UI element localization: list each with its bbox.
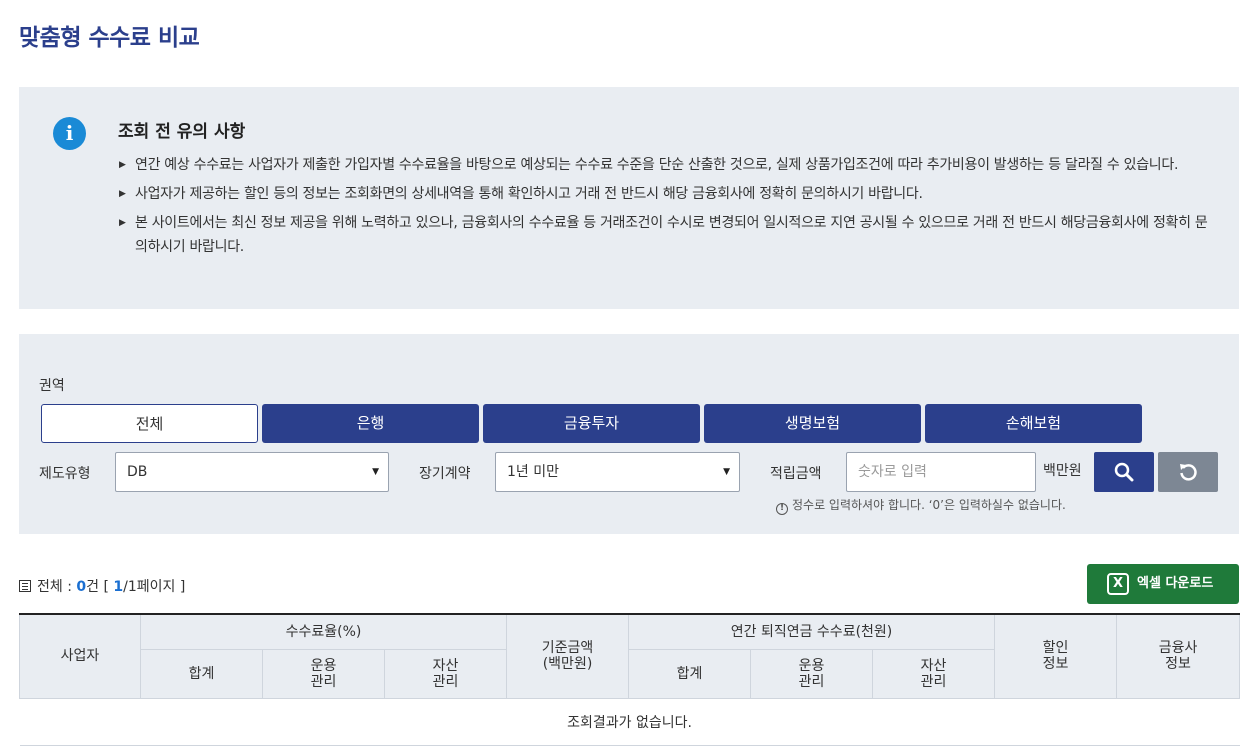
notice-box: i 조회 전 유의 사항 ▶ 연간 예상 수수료는 사업자가 제출한 가입자별 수…	[19, 87, 1239, 309]
notice-heading: 조회 전 유의 사항	[118, 122, 246, 142]
tab-bank[interactable]: 은행	[262, 404, 479, 443]
header-rate-asset: 자산 관리	[383, 648, 508, 699]
amount-hint: ! 정수로 입력하셔야 합니다. ‘0’은 입력하실수 없습니다.	[776, 496, 1066, 515]
caret-down-icon: ▼	[723, 467, 730, 477]
search-icon	[1114, 462, 1134, 482]
plan-type-select[interactable]: DB ▼	[115, 452, 389, 492]
search-panel: 권역 전체 은행 금융투자 생명보험 손해보험 제도유형 DB ▼ 장기계약 1…	[19, 334, 1239, 534]
plan-type-value: DB	[127, 464, 148, 480]
page-title: 맞춤형 수수료 비교	[19, 25, 200, 51]
result-count: 0	[76, 579, 87, 595]
header-company-info: 금융사 정보	[1116, 613, 1241, 699]
excel-download-label: 엑셀 다운로드	[1137, 576, 1214, 591]
empty-result-message: 조회결과가 없습니다.	[19, 698, 1240, 746]
triangle-bullet-icon: ▶	[119, 189, 126, 199]
fee-comparison-table: 사업자 수수료율(%) 기준금액 (백만원) 연간 퇴직연금 수수료(천원) 할인…	[19, 613, 1241, 746]
header-fee-ops: 운용 관리	[750, 648, 874, 699]
amount-unit: 백만원	[1043, 463, 1082, 479]
notice-item: ▶ 본 사이트에서는 최신 정보 제공을 위해 노력하고 있으나, 금융회사의 수…	[119, 211, 1209, 259]
header-fee-asset: 자산 관리	[872, 648, 996, 699]
long-term-value: 1년 미만	[507, 464, 559, 480]
reset-button[interactable]	[1158, 452, 1218, 492]
excel-icon: X	[1107, 573, 1129, 595]
exclamation-circle-icon: !	[776, 503, 788, 515]
tab-life-insurance[interactable]: 생명보험	[704, 404, 921, 443]
header-rate-ops: 운용 관리	[262, 648, 385, 699]
caret-down-icon: ▼	[372, 467, 379, 477]
header-base-amount: 기준금액 (백만원)	[506, 613, 630, 699]
search-button[interactable]	[1094, 452, 1154, 492]
excel-download-button[interactable]: X 엑셀 다운로드	[1087, 564, 1239, 604]
current-page: 1	[113, 579, 124, 595]
long-term-select[interactable]: 1년 미만 ▼	[495, 452, 740, 492]
result-summary: 전체 : 0건 [ 1/1페이지 ]	[19, 576, 185, 596]
long-term-label: 장기계약	[419, 466, 471, 482]
tab-non-life-insurance[interactable]: 손해보험	[925, 404, 1142, 443]
region-label: 권역	[39, 378, 65, 394]
header-fee-total: 합계	[628, 648, 752, 699]
triangle-bullet-icon: ▶	[119, 218, 126, 228]
amount-input[interactable]	[846, 452, 1036, 492]
plan-type-label: 제도유형	[39, 466, 91, 482]
tab-all[interactable]: 전체	[41, 404, 258, 443]
header-fee-rate: 수수료율(%)	[139, 613, 508, 650]
notice-item: ▶ 사업자가 제공하는 할인 등의 정보는 조회화면의 상세내역을 통해 확인하시…	[119, 182, 1209, 206]
list-icon	[19, 580, 31, 592]
refresh-icon	[1180, 464, 1197, 481]
notice-list: ▶ 연간 예상 수수료는 사업자가 제출한 가입자별 수수료율을 바탕으로 예상되…	[119, 153, 1209, 264]
tab-investment[interactable]: 금융투자	[483, 404, 700, 443]
triangle-bullet-icon: ▶	[119, 160, 126, 170]
header-discount: 할인 정보	[994, 613, 1118, 699]
info-icon: i	[53, 117, 86, 150]
notice-item: ▶ 연간 예상 수수료는 사업자가 제출한 가입자별 수수료율을 바탕으로 예상되…	[119, 153, 1209, 177]
header-rate-total: 합계	[140, 648, 263, 699]
header-company: 사업자	[19, 613, 141, 699]
amount-label: 적립금액	[770, 466, 822, 482]
header-annual-fee: 연간 퇴직연금 수수료(천원)	[628, 613, 996, 650]
